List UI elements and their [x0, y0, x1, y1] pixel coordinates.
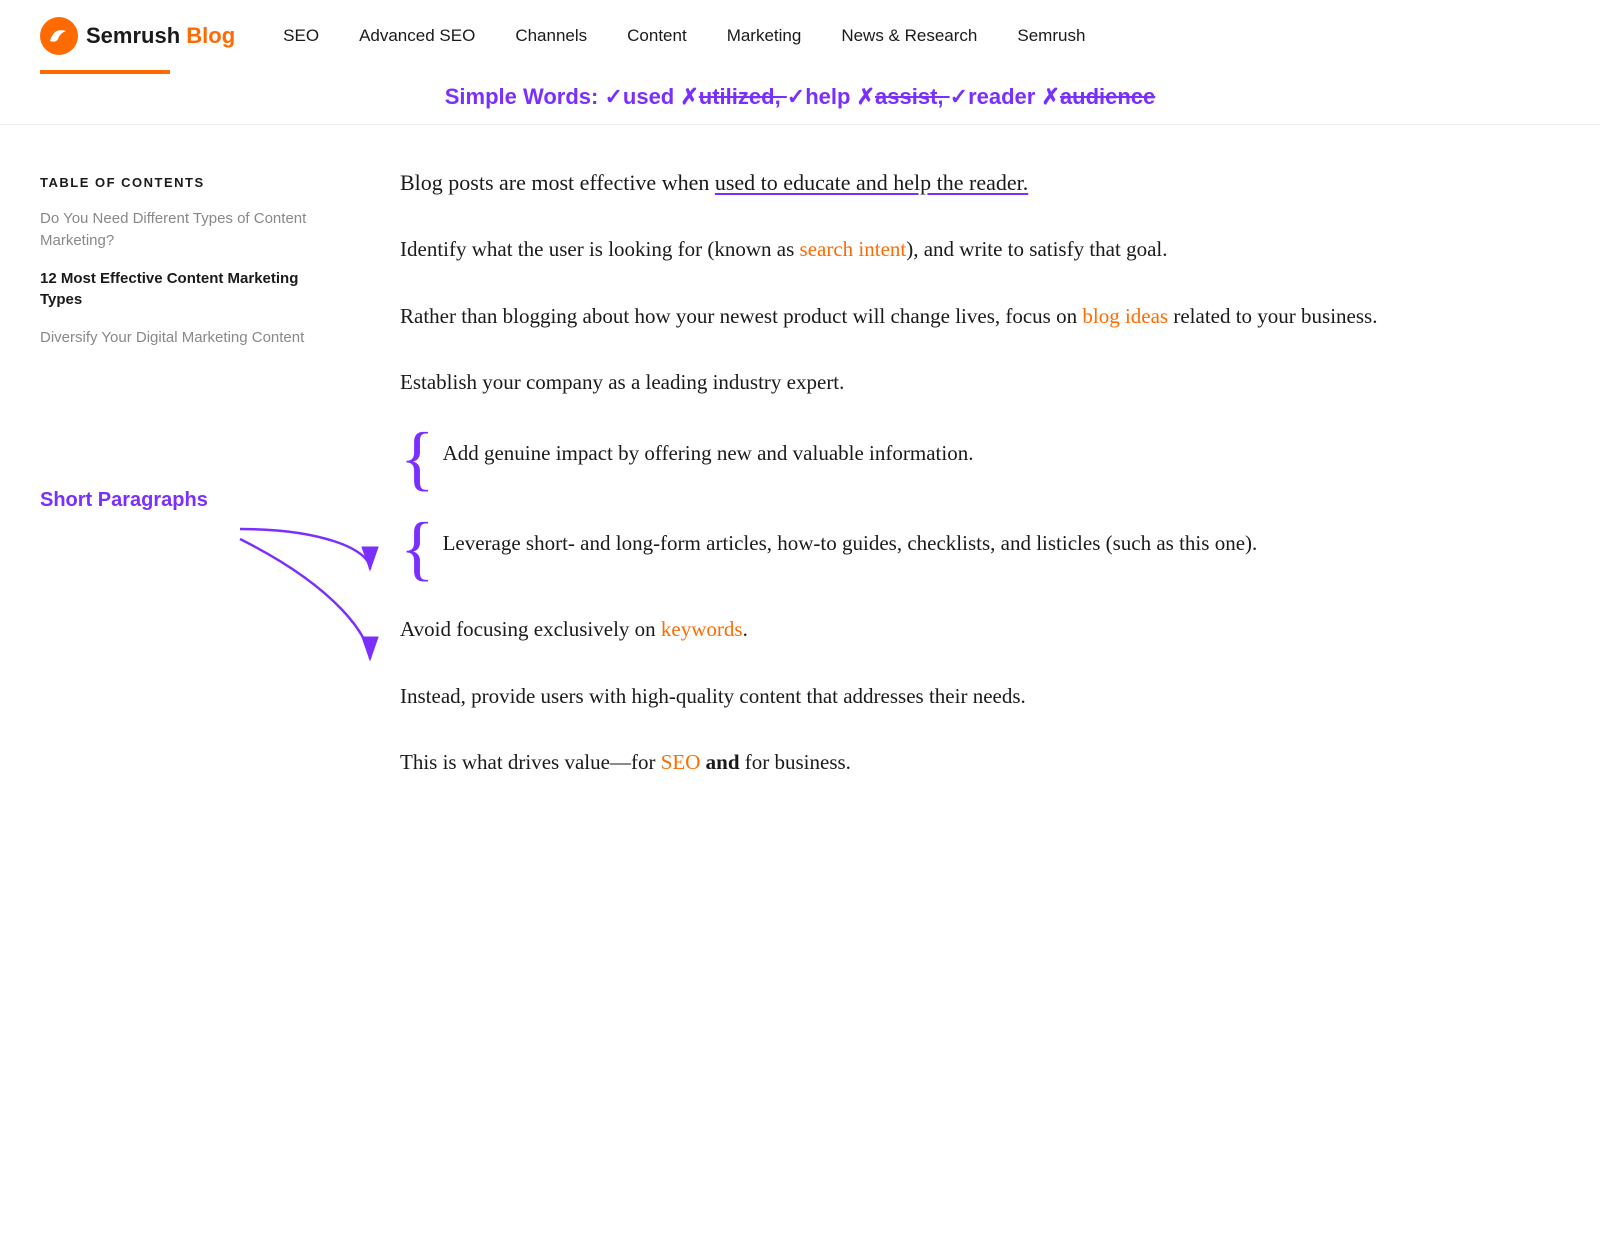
- word-help: help: [805, 84, 856, 109]
- toc-item-1[interactable]: Do You Need Different Types of Content M…: [40, 208, 340, 252]
- keywords-link[interactable]: keywords: [661, 617, 743, 641]
- toc-item-2[interactable]: 12 Most Effective Content Marketing Type…: [40, 268, 340, 312]
- bracket-symbol-1: {: [400, 422, 435, 494]
- nav-semrush[interactable]: Semrush: [1017, 26, 1085, 46]
- semrush-logo-icon: [40, 17, 78, 55]
- para-2: Identify what the user is looking for (k…: [400, 232, 1480, 267]
- nav-advanced-seo[interactable]: Advanced SEO: [359, 26, 475, 46]
- nav-seo[interactable]: SEO: [283, 26, 319, 46]
- sidebar: TABLE OF CONTENTS Do You Need Different …: [40, 165, 380, 812]
- word-used: used: [623, 84, 680, 109]
- para-4: Establish your company as a leading indu…: [400, 365, 1480, 400]
- para-7: Avoid focusing exclusively on keywords.: [400, 612, 1480, 647]
- nav-content[interactable]: Content: [627, 26, 687, 46]
- logo-text: Semrush Blog: [86, 23, 235, 49]
- word-audience: audience: [1060, 84, 1155, 109]
- toc-item-3[interactable]: Diversify Your Digital Marketing Content: [40, 327, 340, 349]
- crossmark-2: ✗: [857, 84, 875, 109]
- word-assist: assist,: [875, 84, 950, 109]
- main-nav: SEO Advanced SEO Channels Content Market…: [283, 26, 1085, 46]
- nav-news-research[interactable]: News & Research: [841, 26, 977, 46]
- bracket-para-1: { Add genuine impact by offering new and…: [400, 432, 1480, 494]
- bracket-para-2: { Leverage short- and long-form articles…: [400, 522, 1480, 584]
- blog-ideas-link[interactable]: blog ideas: [1082, 304, 1168, 328]
- word-utilized: utilized,: [699, 84, 787, 109]
- crossmark-1: ✗: [680, 84, 698, 109]
- bold-and: and: [706, 750, 740, 774]
- bracket-symbol-2: {: [400, 512, 435, 584]
- checkmark-2: ✓: [787, 84, 805, 109]
- para-1: Blog posts are most effective when used …: [400, 165, 1480, 200]
- para-8: Instead, provide users with high-quality…: [400, 679, 1480, 714]
- word-reader: reader: [968, 84, 1041, 109]
- crossmark-3: ✗: [1041, 84, 1059, 109]
- toc-title: TABLE OF CONTENTS: [40, 175, 340, 190]
- bracket-section: { Add genuine impact by offering new and…: [400, 432, 1480, 584]
- seo-link[interactable]: SEO: [661, 750, 701, 774]
- checkmark-3: ✓: [950, 84, 968, 109]
- annotation-arrows: [40, 509, 400, 729]
- annotation-bar: Simple Words: ✓used ✗utilized, ✓help ✗as…: [0, 74, 1600, 125]
- nav-marketing[interactable]: Marketing: [727, 26, 802, 46]
- bracket-text-1: Add genuine impact by offering new and v…: [443, 432, 974, 471]
- annotation-label: Simple Words:: [445, 84, 605, 109]
- checkmark-1: ✓: [604, 84, 622, 109]
- underlined-phrase: used to educate and help the reader.: [715, 170, 1028, 195]
- logo[interactable]: Semrush Blog: [40, 17, 235, 55]
- para-9: This is what drives value—for SEO and fo…: [400, 745, 1480, 780]
- para-3: Rather than blogging about how your newe…: [400, 299, 1480, 334]
- site-header: Semrush Blog SEO Advanced SEO Channels C…: [0, 0, 1600, 72]
- search-intent-link[interactable]: search intent: [800, 237, 907, 261]
- bracket-text-2: Leverage short- and long-form articles, …: [443, 522, 1258, 561]
- main-content: Blog posts are most effective when used …: [380, 165, 1480, 812]
- page-body: TABLE OF CONTENTS Do You Need Different …: [0, 125, 1600, 852]
- nav-channels[interactable]: Channels: [515, 26, 587, 46]
